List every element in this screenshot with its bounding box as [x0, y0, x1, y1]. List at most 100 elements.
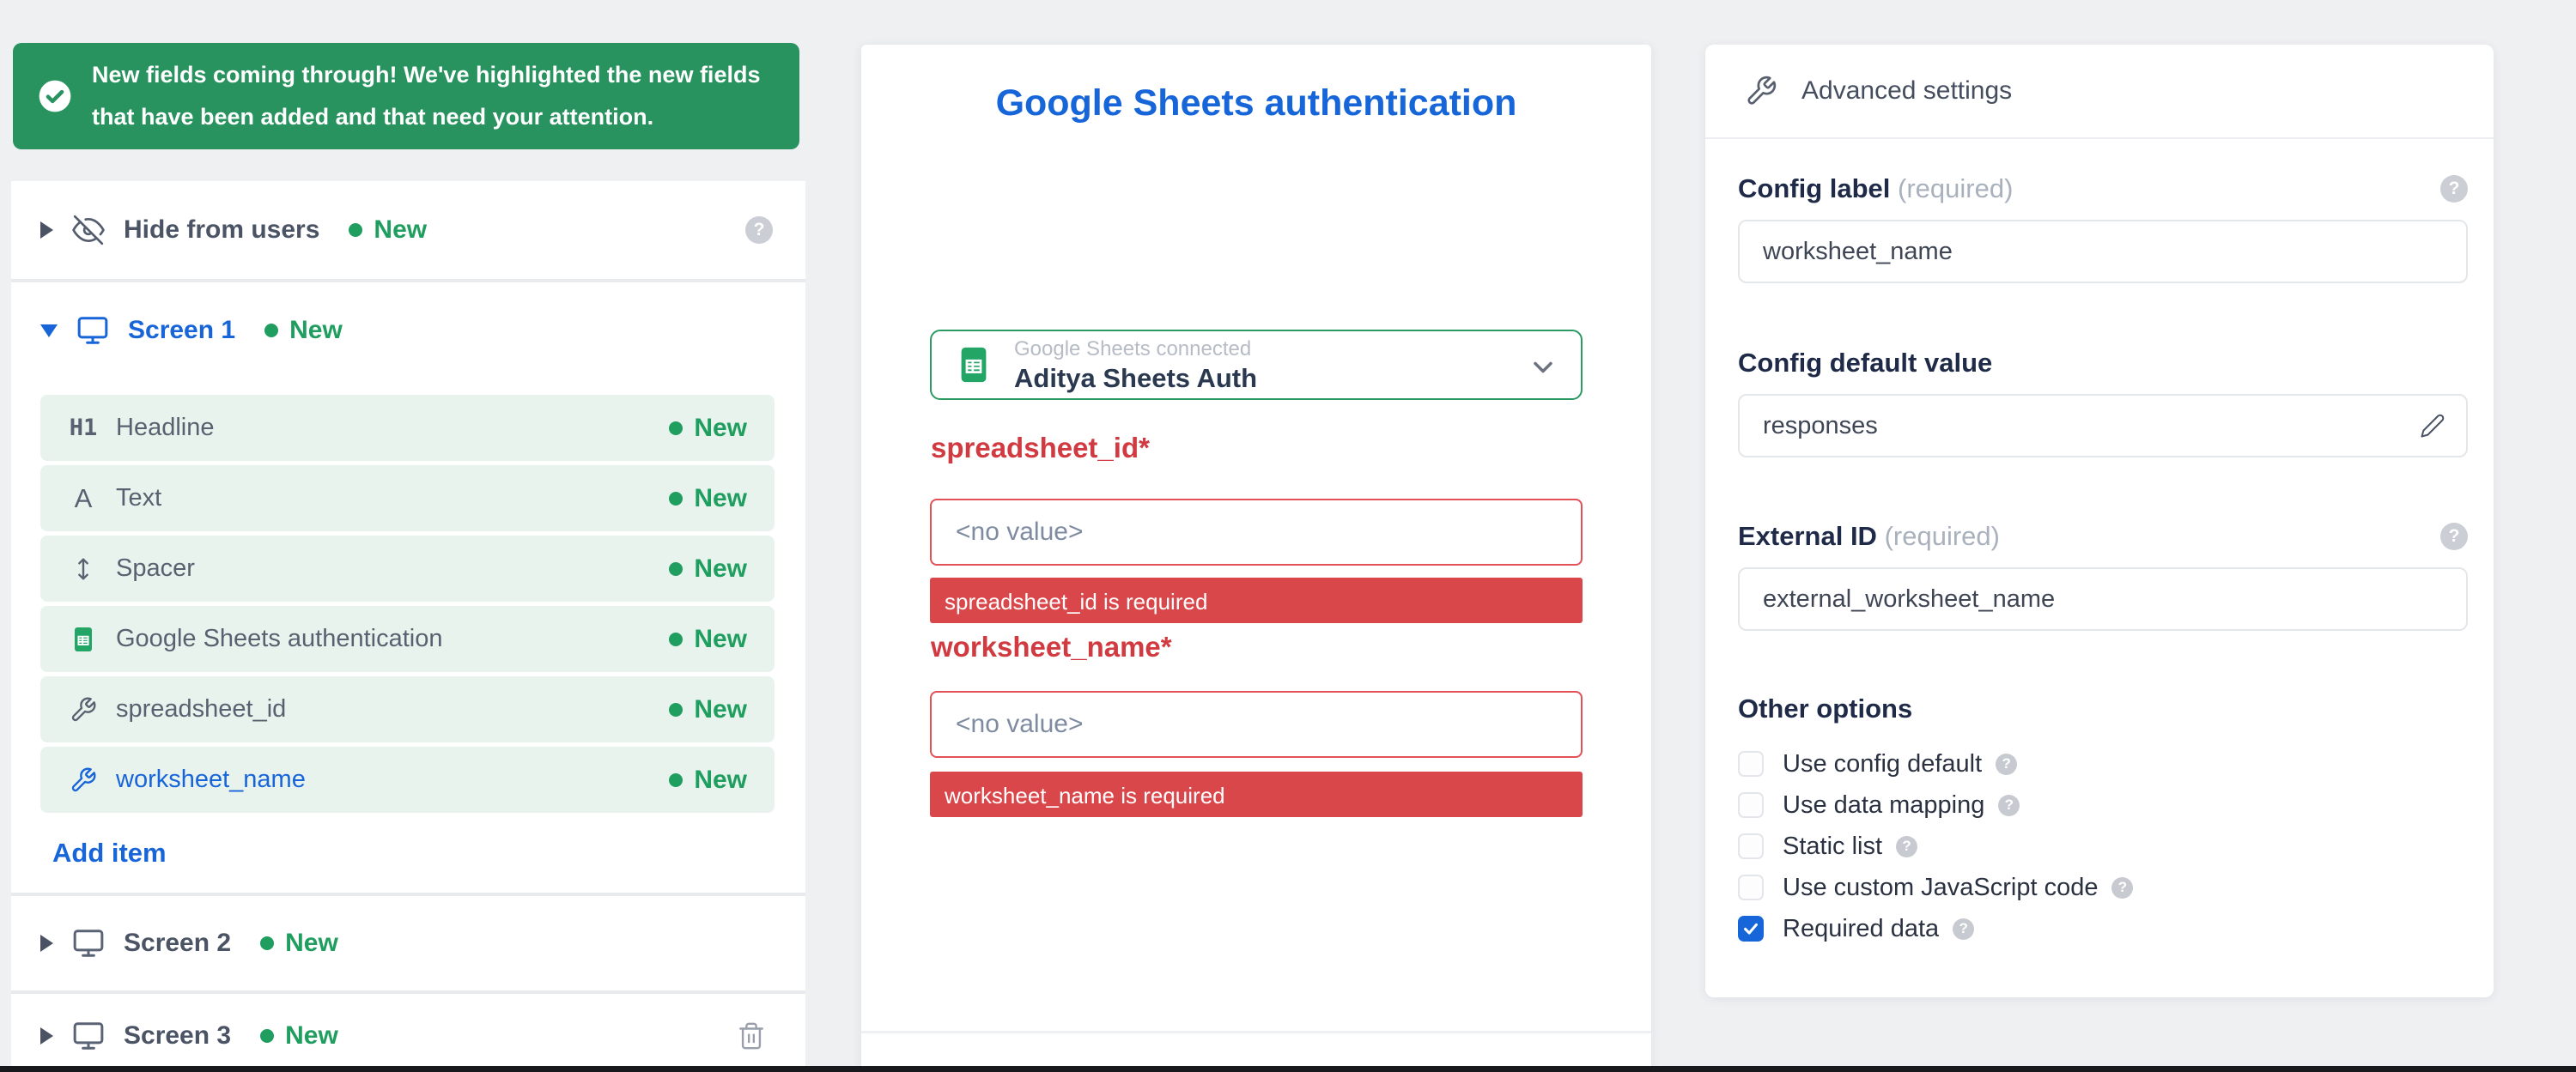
chevron-right-icon[interactable] — [40, 1027, 53, 1045]
wrench-icon — [66, 696, 100, 724]
monitor-icon — [72, 1020, 105, 1052]
checkbox-icon[interactable] — [1738, 875, 1764, 900]
new-dot-icon — [260, 936, 274, 950]
advanced-settings-panel: Advanced settings Config label (required… — [1705, 45, 2494, 997]
bottom-edge-bar — [0, 1066, 2576, 1072]
checkbox-required-data[interactable]: Required data ? — [1738, 908, 2468, 949]
wrench-icon — [66, 766, 100, 794]
checkbox-icon[interactable] — [1738, 833, 1764, 859]
screen-label: Screen 2 — [124, 929, 231, 958]
sidebar: Hide from users New ? Screen 1 New H1 — [11, 181, 805, 1072]
checkbox-use-custom-javascript[interactable]: Use custom JavaScript code ? — [1738, 867, 2468, 908]
list-item-spreadsheet-id[interactable]: spreadsheet_id New — [40, 676, 775, 742]
list-item-spacer[interactable]: Spacer New — [40, 536, 775, 602]
advanced-settings-header: Advanced settings — [1705, 45, 2494, 139]
screen-label: Screen 3 — [124, 1021, 231, 1051]
error-message-spreadsheet-id: spreadsheet_id is required — [930, 578, 1583, 623]
checkbox-use-config-default[interactable]: Use config default ? — [1738, 743, 2468, 784]
checkbox-static-list[interactable]: Static list ? — [1738, 826, 2468, 867]
new-badge: New — [669, 625, 747, 654]
chevron-down-icon[interactable] — [1528, 352, 1558, 383]
google-sheets-icon — [954, 345, 993, 385]
form-preview-panel: Google Sheets authentication Google Shee… — [861, 45, 1651, 1072]
page-title: Google Sheets authentication — [861, 82, 1651, 124]
new-dot-icon — [669, 492, 683, 506]
other-options-list: Use config default ? Use data mapping ? … — [1738, 743, 2468, 949]
help-icon[interactable]: ? — [1953, 918, 1974, 940]
checkbox-icon[interactable] — [1738, 751, 1764, 777]
new-badge: New — [260, 929, 338, 958]
new-dot-icon — [264, 324, 278, 337]
new-dot-icon — [669, 773, 683, 787]
divider — [861, 1031, 1651, 1033]
new-dot-icon — [260, 1029, 274, 1043]
sidebar-item-screen3[interactable]: Screen 3 New — [11, 994, 805, 1072]
advanced-settings-title: Advanced settings — [1801, 76, 2012, 106]
checkbox-use-data-mapping[interactable]: Use data mapping ? — [1738, 784, 2468, 826]
external-id-input[interactable] — [1738, 567, 2468, 631]
banner-message: New fields coming through! We've highlig… — [92, 54, 770, 138]
check-circle-icon — [37, 78, 73, 114]
connection-status: Google Sheets connected — [1014, 336, 1257, 362]
new-dot-icon — [669, 562, 683, 576]
help-icon[interactable]: ? — [2111, 877, 2133, 899]
screen-label: Screen 1 — [128, 316, 235, 345]
new-fields-banner: New fields coming through! We've highlig… — [13, 43, 799, 149]
other-options-title: Other options — [1738, 693, 1912, 724]
chevron-right-icon[interactable] — [40, 935, 53, 952]
help-icon[interactable]: ? — [1896, 836, 1917, 857]
new-badge: New — [669, 484, 747, 513]
required-note: (required) — [1898, 173, 2013, 203]
sidebar-section-hide-from-users[interactable]: Hide from users New ? — [11, 181, 805, 279]
help-icon[interactable]: ? — [1998, 795, 2020, 816]
sidebar-section-screen1: Screen 1 New H1 Headline New A Text New — [11, 282, 805, 893]
help-icon[interactable]: ? — [2440, 175, 2468, 203]
text-icon: A — [66, 483, 100, 514]
list-item-text[interactable]: A Text New — [40, 465, 775, 531]
external-id-title: External ID — [1738, 521, 1877, 551]
new-dot-icon — [669, 421, 683, 435]
config-default-input[interactable] — [1738, 394, 2468, 457]
list-item-worksheet-name[interactable]: worksheet_name New — [40, 747, 775, 813]
list-item-headline[interactable]: H1 Headline New — [40, 395, 775, 461]
chevron-down-icon[interactable] — [40, 324, 58, 337]
new-dot-icon — [349, 223, 362, 237]
help-icon[interactable]: ? — [745, 216, 773, 244]
screen1-items: H1 Headline New A Text New — [11, 379, 805, 813]
new-badge: New — [349, 215, 427, 245]
required-note: (required) — [1885, 521, 2000, 551]
help-icon[interactable]: ? — [2440, 523, 2468, 550]
monitor-icon — [72, 927, 105, 960]
new-badge: New — [260, 1021, 338, 1051]
eye-off-icon — [72, 214, 105, 246]
edit-pencil-icon[interactable] — [2420, 413, 2445, 439]
sidebar-item-screen1[interactable]: Screen 1 New — [11, 282, 805, 379]
error-message-worksheet-name: worksheet_name is required — [930, 772, 1583, 817]
trash-icon[interactable] — [737, 1021, 766, 1051]
section-label: Hide from users — [124, 215, 319, 245]
new-badge: New — [669, 695, 747, 724]
worksheet-name-input[interactable] — [930, 691, 1583, 758]
list-item-google-sheets-auth[interactable]: Google Sheets authentication New — [40, 606, 775, 672]
help-icon[interactable]: ? — [1996, 754, 2017, 775]
config-default-title: Config default value — [1738, 348, 1992, 379]
checkbox-icon[interactable] — [1738, 792, 1764, 818]
google-sheets-connection-select[interactable]: Google Sheets connected Aditya Sheets Au… — [930, 330, 1583, 400]
config-label-title: Config label — [1738, 173, 1890, 203]
sidebar-item-screen2[interactable]: Screen 2 New — [11, 896, 805, 990]
spacer-icon — [66, 555, 100, 583]
config-label-heading: Config label (required) ? — [1738, 173, 2468, 204]
config-label-input[interactable] — [1738, 220, 2468, 283]
config-default-heading: Config default value — [1738, 348, 2468, 379]
chevron-right-icon[interactable] — [40, 221, 53, 239]
add-item-button[interactable]: Add item — [52, 838, 167, 869]
spreadsheet-id-input[interactable] — [930, 499, 1583, 566]
checkbox-checked-icon[interactable] — [1738, 916, 1764, 942]
new-badge: New — [669, 414, 747, 443]
field-label-worksheet-name: worksheet_name* — [931, 631, 1172, 663]
new-dot-icon — [669, 703, 683, 717]
external-id-heading: External ID (required) ? — [1738, 521, 2468, 552]
h1-icon: H1 — [66, 415, 100, 441]
monitor-icon — [76, 314, 109, 347]
new-badge: New — [669, 554, 747, 584]
